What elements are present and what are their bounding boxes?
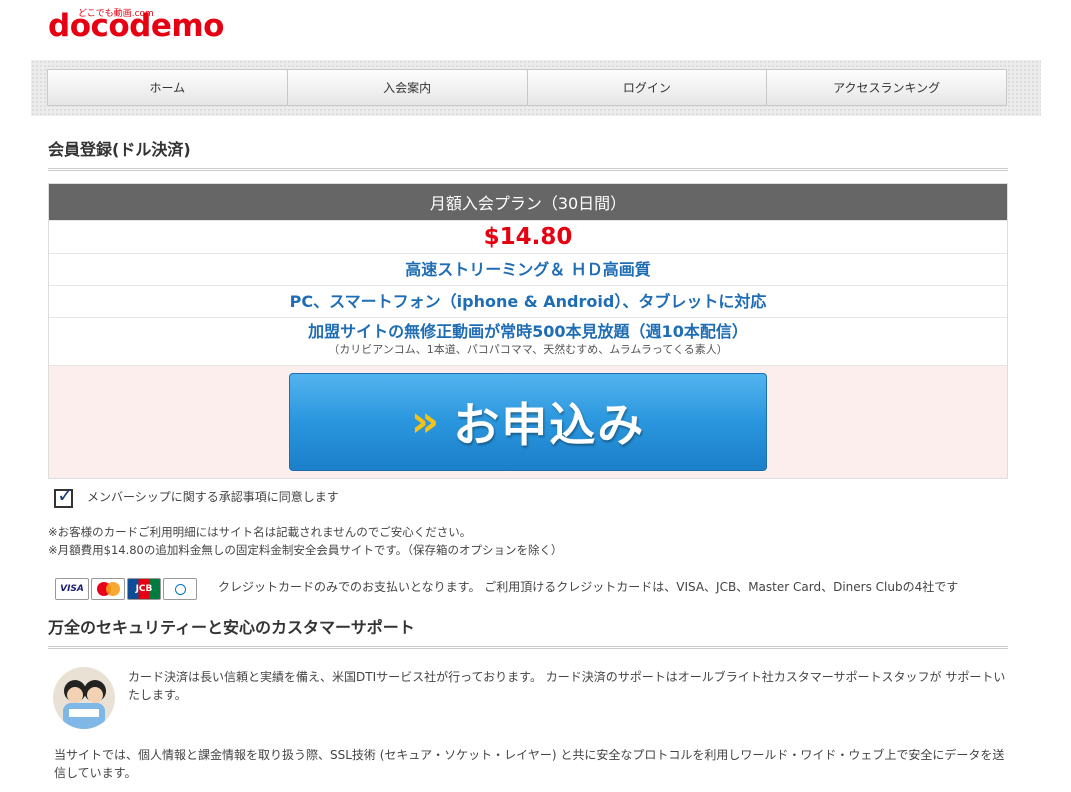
- site-logo[interactable]: どこでも動画.com docodemo: [48, 6, 224, 44]
- support-staff-avatar: [53, 667, 115, 729]
- credit-card-info: クレジットカードのみでのお支払いとなります。 ご利用頂けるクレジットカードは、V…: [218, 580, 959, 594]
- nav-login[interactable]: ログイン: [527, 70, 768, 105]
- apply-area: » お申込み: [49, 365, 1007, 478]
- credit-card-logos: VISA JCB: [55, 578, 197, 600]
- apply-button-label: お申込み: [453, 398, 646, 452]
- agreement-label: メンバーシップに関する承認事項に同意します: [87, 490, 339, 504]
- note-fixed-fee: ※月額費用$14.80の追加料金無しの固定料金制安全会員サイトです。（保存箱のオ…: [48, 543, 563, 557]
- agreement-row: ✓ メンバーシップに関する承認事項に同意します: [54, 483, 339, 508]
- plan-feature-videos-sub: （カリビアンコム、1本道、パコパコママ、天然むすめ、ムラムラってくる素人）: [328, 343, 728, 356]
- plan-feature-devices: PC、スマートフォン（iphone & Android）、タブレットに対応: [49, 285, 1007, 317]
- plan-price: $14.80: [49, 220, 1007, 253]
- agreement-checkbox[interactable]: ✓: [54, 483, 74, 508]
- double-chevron-right-icon: »: [410, 396, 440, 447]
- mastercard-logo-icon: [91, 578, 125, 600]
- nav-bar: ホーム 入会案内 ログイン アクセスランキング: [31, 60, 1041, 116]
- plan-feature-streaming: 高速ストリーミング＆ ＨＤ高画質: [49, 253, 1007, 285]
- main-nav: ホーム 入会案内 ログイン アクセスランキング: [47, 69, 1007, 106]
- registration-title: 会員登録(ドル決済): [48, 136, 1008, 171]
- ssl-description: 当サイトでは、個人情報と課金情報を取り扱う際、SSL技術 (セキュア・ソケット・…: [54, 748, 1005, 780]
- plan-feature-videos-main: 加盟サイトの無修正動画が常時500本見放題（週10本配信）: [308, 322, 748, 341]
- logo-tagline: どこでも動画.com: [78, 9, 154, 19]
- plan-feature-videos: 加盟サイトの無修正動画が常時500本見放題（週10本配信） （カリビアンコム、1…: [49, 317, 1007, 365]
- nav-access-ranking[interactable]: アクセスランキング: [767, 70, 1006, 105]
- note-card-statement: ※お客様のカードご利用明細にはサイト名は記載されませんのでご安心ください。: [48, 525, 472, 539]
- apply-button[interactable]: » お申込み: [289, 373, 767, 471]
- checkmark-icon: ✓: [57, 483, 74, 507]
- support-description: カード決済は長い信頼と実績を備え、米国DTIサービス社が行っております。 カード…: [128, 670, 1006, 702]
- diners-logo-icon: [163, 578, 197, 600]
- plan-header: 月額入会プラン（30日間）: [49, 184, 1007, 220]
- plan-box: 月額入会プラン（30日間） $14.80 高速ストリーミング＆ ＨＤ高画質 PC…: [48, 183, 1008, 479]
- nav-join-guide[interactable]: 入会案内: [287, 70, 528, 105]
- jcb-logo-icon: JCB: [127, 578, 161, 600]
- visa-logo-icon: VISA: [55, 578, 89, 600]
- security-title: 万全のセキュリティーと安心のカスタマーサポート: [48, 614, 1008, 649]
- nav-home[interactable]: ホーム: [48, 70, 288, 105]
